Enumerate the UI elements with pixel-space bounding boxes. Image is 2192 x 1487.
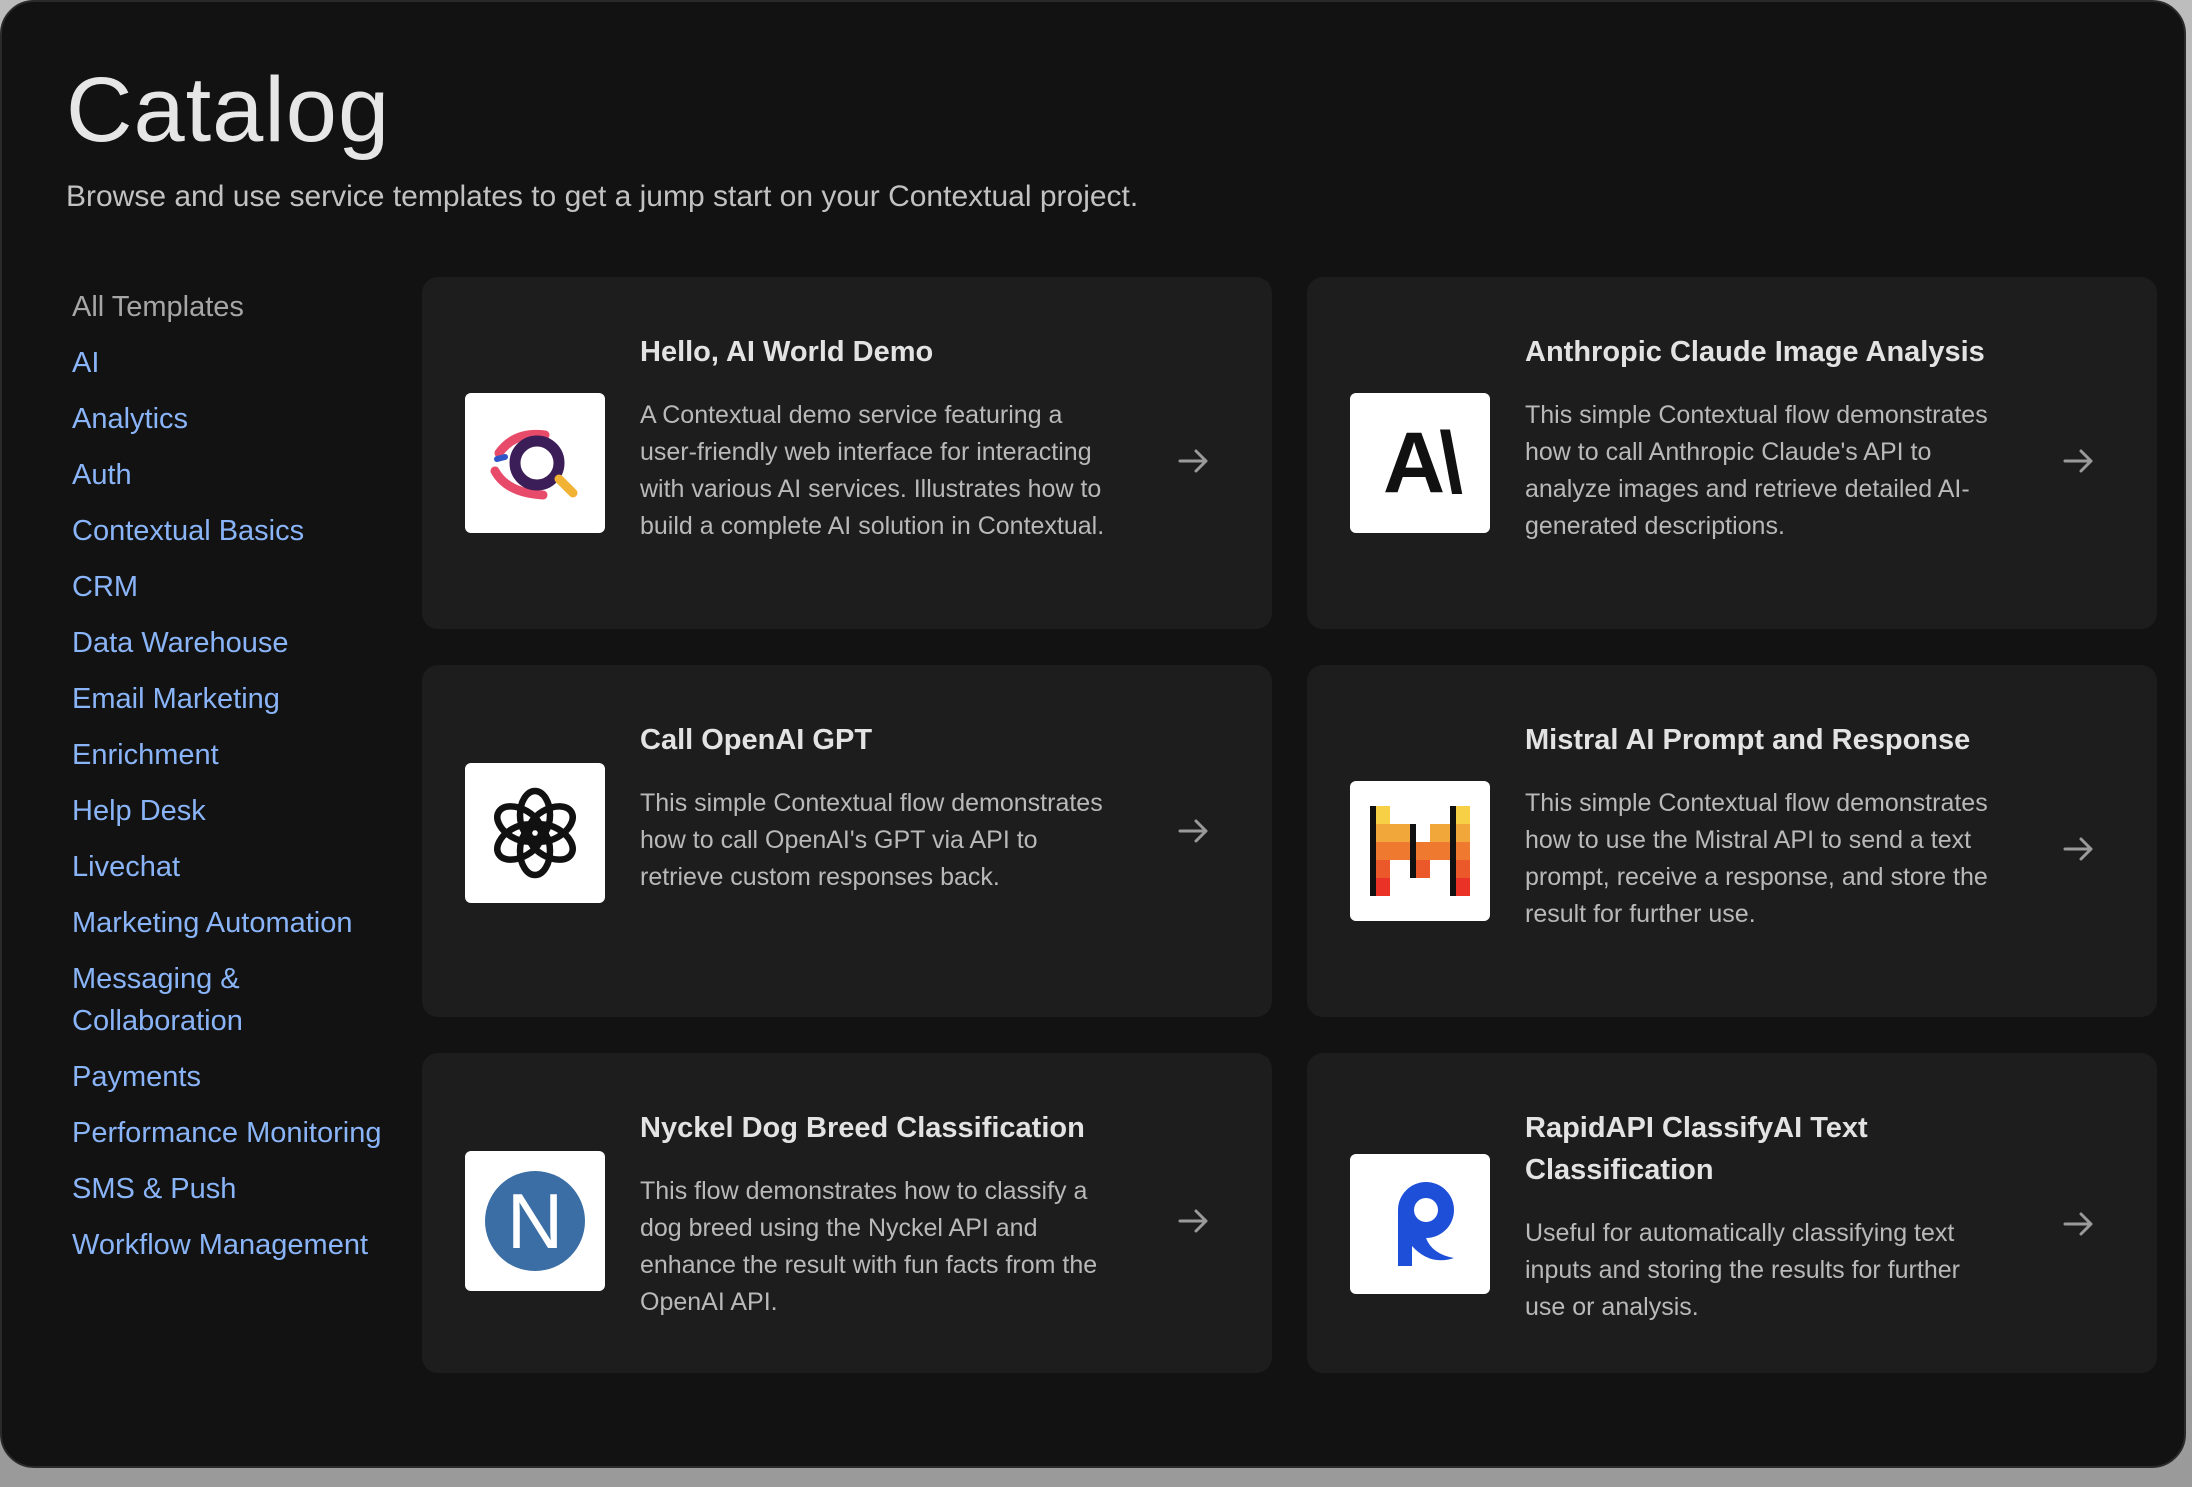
- card-title: Call OpenAI GPT: [640, 724, 873, 756]
- nyckel-logo-text: N: [506, 1177, 564, 1265]
- template-card[interactable]: Mistral AI Prompt and Response This simp…: [1307, 665, 2157, 1017]
- template-card[interactable]: Call OpenAI GPT This simple Contextual f…: [422, 665, 1272, 1017]
- contextual-logo-icon: [465, 393, 605, 533]
- sidebar-item-data-warehouse[interactable]: Data Warehouse: [72, 622, 412, 664]
- nyckel-logo-icon: N: [465, 1151, 605, 1291]
- card-description: This simple Contextual flow demonstrates…: [640, 789, 1103, 891]
- card-description: This simple Contextual flow demonstrates…: [1525, 789, 1988, 928]
- card-title: RapidAPI ClassifyAI Text Classification: [1525, 1112, 1868, 1186]
- page-title: Catalog: [66, 59, 391, 161]
- template-card[interactable]: RapidAPI ClassifyAI Text Classification …: [1307, 1053, 2157, 1373]
- nyckel-logo-circle: N: [485, 1171, 585, 1271]
- arrow-right-icon: [1178, 449, 1208, 473]
- page-subtitle: Browse and use service templates to get …: [66, 180, 1139, 213]
- app-window: Catalog Browse and use service templates…: [0, 0, 2186, 1468]
- sidebar-item-auth[interactable]: Auth: [72, 454, 412, 496]
- arrow-right-icon: [2063, 1212, 2093, 1236]
- sidebar-item-contextual-basics[interactable]: Contextual Basics: [72, 510, 412, 552]
- card-title: Anthropic Claude Image Analysis: [1525, 336, 1985, 368]
- sidebar-item-messaging-collaboration[interactable]: Messaging & Collaboration: [72, 958, 412, 1042]
- template-card[interactable]: Hello, AI World Demo A Contextual demo s…: [422, 277, 1272, 629]
- arrow-right-icon: [1178, 1209, 1208, 1233]
- anthropic-logo-icon: A\: [1350, 393, 1490, 533]
- template-card[interactable]: A\ Anthropic Claude Image Analysis This …: [1307, 277, 2157, 629]
- rapidapi-logo-icon: [1350, 1154, 1490, 1294]
- sidebar-item-livechat[interactable]: Livechat: [72, 846, 412, 888]
- card-description: This flow demonstrates how to classify a…: [640, 1177, 1098, 1316]
- template-card[interactable]: N Nyckel Dog Breed Classification This f…: [422, 1053, 1272, 1373]
- card-title: Hello, AI World Demo: [640, 336, 934, 368]
- sidebar-item-marketing-automation[interactable]: Marketing Automation: [72, 902, 412, 944]
- sidebar-item-enrichment[interactable]: Enrichment: [72, 734, 412, 776]
- sidebar-item-ai[interactable]: AI: [72, 342, 412, 384]
- sidebar-item-crm[interactable]: CRM: [72, 566, 412, 608]
- sidebar-item-payments[interactable]: Payments: [72, 1056, 412, 1098]
- arrow-right-icon: [2063, 449, 2093, 473]
- sidebar-item-all-templates[interactable]: All Templates: [72, 286, 412, 328]
- category-sidebar: All Templates AI Analytics Auth Contextu…: [72, 286, 412, 1280]
- card-description: A Contextual demo service featuring a us…: [640, 401, 1105, 540]
- sidebar-item-email-marketing[interactable]: Email Marketing: [72, 678, 412, 720]
- sidebar-item-analytics[interactable]: Analytics: [72, 398, 412, 440]
- sidebar-item-performance-monitoring[interactable]: Performance Monitoring: [72, 1112, 412, 1154]
- sidebar-item-sms-push[interactable]: SMS & Push: [72, 1168, 412, 1210]
- anthropic-logo-text: A\: [1383, 414, 1463, 511]
- card-title: Nyckel Dog Breed Classification: [640, 1112, 1085, 1144]
- sidebar-item-workflow-management[interactable]: Workflow Management: [72, 1224, 412, 1266]
- card-title: Mistral AI Prompt and Response: [1525, 724, 1971, 756]
- card-description: Useful for automatically classifying tex…: [1525, 1219, 1960, 1321]
- card-description: This simple Contextual flow demonstrates…: [1525, 401, 1988, 540]
- openai-logo-icon: [465, 763, 605, 903]
- sidebar-item-help-desk[interactable]: Help Desk: [72, 790, 412, 832]
- mistral-logo-icon: [1350, 781, 1490, 921]
- arrow-right-icon: [1178, 819, 1208, 843]
- arrow-right-icon: [2063, 837, 2093, 861]
